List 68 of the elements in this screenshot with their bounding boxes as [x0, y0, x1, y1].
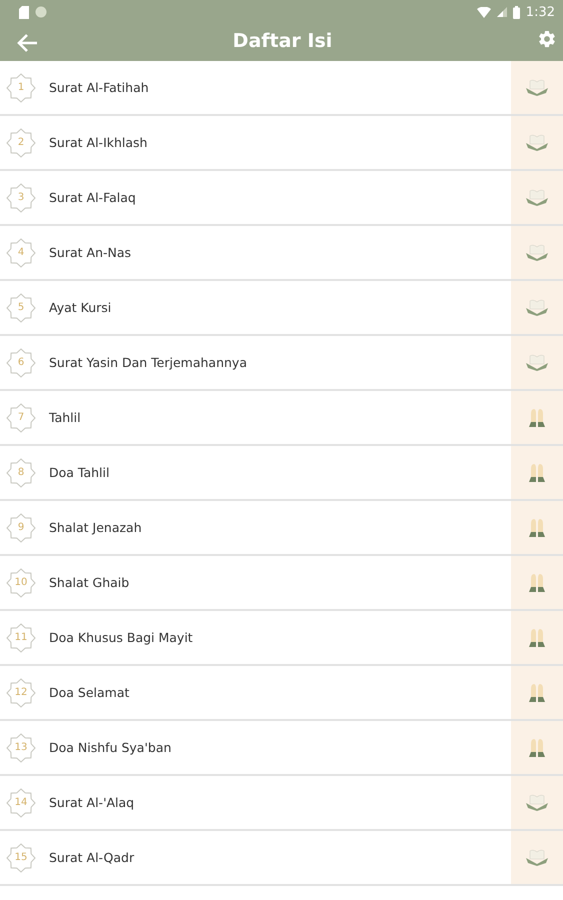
number-badge: 5 — [6, 292, 36, 322]
item-title: Doa Nishfu Sya'ban — [49, 740, 172, 755]
item-title: Surat Yasin Dan Terjemahannya — [49, 355, 248, 370]
list-item[interactable]: 10 Shalat Ghaib — [0, 556, 563, 611]
item-title: Surat Al-Qadr — [49, 850, 136, 865]
number-badge: 13 — [6, 732, 36, 762]
number-badge: 6 — [6, 348, 36, 378]
book-icon — [525, 134, 549, 152]
list-item[interactable]: 1 Surat Al-Fatihah — [0, 61, 563, 116]
number-badge: 10 — [6, 568, 36, 598]
book-icon — [525, 794, 549, 812]
book-icon — [525, 298, 549, 316]
list-item[interactable]: 2 Surat Al-Ikhlash — [0, 116, 563, 171]
praying-hands-icon — [527, 628, 547, 648]
number-badge: 7 — [6, 402, 36, 432]
item-title: Doa Khusus Bagi Mayit — [49, 630, 194, 645]
number-badge: 4 — [6, 238, 36, 268]
book-icon — [525, 78, 549, 96]
sd-card-icon — [19, 6, 29, 18]
praying-hands-icon — [527, 738, 547, 758]
praying-hands-icon — [527, 408, 547, 428]
item-title: Ayat Kursi — [49, 300, 112, 315]
circle-icon — [35, 6, 47, 18]
item-title: Surat Al-'Alaq — [49, 795, 136, 810]
number-badge: 2 — [6, 128, 36, 158]
praying-hands-icon — [527, 682, 547, 702]
number-badge: 1 — [6, 72, 36, 102]
item-title: Surat Al-Ikhlash — [49, 135, 148, 150]
number-badge: 15 — [6, 842, 36, 872]
item-title: Tahlil — [49, 410, 82, 425]
item-title: Shalat Jenazah — [49, 520, 143, 535]
battery-icon — [512, 6, 520, 18]
number-badge: 11 — [6, 622, 36, 652]
list-item[interactable]: 14 Surat Al-'Alaq — [0, 776, 563, 831]
number-badge: 9 — [6, 512, 36, 542]
item-title: Surat An-Nas — [49, 245, 132, 260]
list-item[interactable]: 6 Surat Yasin Dan Terjemahannya — [0, 336, 563, 391]
list-item[interactable]: 11 Doa Khusus Bagi Mayit — [0, 611, 563, 666]
book-icon — [525, 244, 549, 262]
number-badge: 3 — [6, 182, 36, 212]
item-title: Surat Al-Fatihah — [49, 80, 150, 95]
list-item[interactable]: 8 Doa Tahlil — [0, 446, 563, 501]
item-title: Surat Al-Falaq — [49, 190, 137, 205]
screen-title: Daftar Isi — [232, 30, 334, 52]
book-icon — [525, 354, 549, 372]
signal-icon — [496, 7, 507, 17]
list-item[interactable]: 3 Surat Al-Falaq — [0, 171, 563, 226]
number-badge: 12 — [6, 678, 36, 708]
list-item[interactable]: 15 Surat Al-Qadr — [0, 831, 563, 886]
list-item[interactable]: 7 Tahlil — [0, 391, 563, 446]
praying-hands-icon — [527, 462, 547, 482]
settings-icon[interactable] — [537, 28, 557, 48]
praying-hands-icon — [527, 518, 547, 538]
number-badge: 8 — [6, 458, 36, 488]
item-title: Doa Selamat — [49, 685, 130, 700]
item-title: Shalat Ghaib — [49, 575, 130, 590]
list-item[interactable]: 9 Shalat Jenazah — [0, 501, 563, 556]
list-item[interactable]: 12 Doa Selamat — [0, 666, 563, 721]
item-title: Doa Tahlil — [49, 465, 110, 480]
status-time: 1:32 — [526, 4, 555, 20]
list-item[interactable]: 13 Doa Nishfu Sya'ban — [0, 721, 563, 776]
number-badge: 14 — [6, 788, 36, 818]
wifi-icon — [476, 6, 491, 18]
list-item[interactable]: 4 Surat An-Nas — [0, 226, 563, 281]
praying-hands-icon — [527, 572, 547, 592]
book-icon — [525, 848, 549, 866]
book-icon — [525, 188, 549, 206]
list-item[interactable]: 5 Ayat Kursi — [0, 281, 563, 336]
